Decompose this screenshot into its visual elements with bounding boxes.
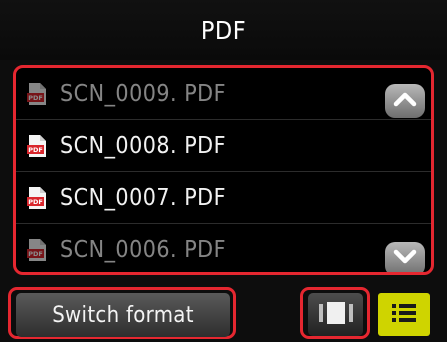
pdf-file-icon: PDF	[26, 134, 48, 158]
chevron-up-icon	[393, 91, 417, 111]
svg-text:PDF: PDF	[28, 250, 43, 258]
file-list: PDF SCN_0009. PDF PDF SCN_0008. PDF PDF …	[13, 65, 434, 275]
pdf-file-icon: PDF	[26, 82, 48, 106]
scroll-down-button[interactable]	[385, 242, 425, 272]
file-name: SCN_0009. PDF	[60, 80, 227, 107]
switch-format-button[interactable]: Switch format	[16, 293, 230, 337]
pdf-file-icon: PDF	[26, 238, 48, 262]
single-view-button[interactable]	[308, 293, 363, 336]
pdf-file-icon: PDF	[26, 186, 48, 210]
file-name: SCN_0008. PDF	[60, 132, 227, 159]
file-list-item[interactable]: PDF SCN_0008. PDF	[16, 120, 431, 172]
list-view-icon	[390, 301, 418, 329]
chevron-down-icon	[393, 249, 417, 269]
single-view-icon	[318, 300, 354, 330]
svg-text:PDF: PDF	[28, 146, 43, 154]
page-title: PDF	[0, 0, 447, 60]
svg-text:PDF: PDF	[28, 198, 43, 206]
file-list-item[interactable]: PDF SCN_0006. PDF	[16, 224, 431, 272]
file-name: SCN_0006. PDF	[60, 237, 227, 263]
file-name: SCN_0007. PDF	[60, 184, 227, 211]
list-view-button[interactable]	[378, 293, 430, 336]
svg-text:PDF: PDF	[28, 94, 43, 102]
file-list-item[interactable]: PDF SCN_0009. PDF	[16, 68, 431, 120]
file-list-item[interactable]: PDF SCN_0007. PDF	[16, 172, 431, 224]
scroll-up-button[interactable]	[385, 84, 425, 118]
